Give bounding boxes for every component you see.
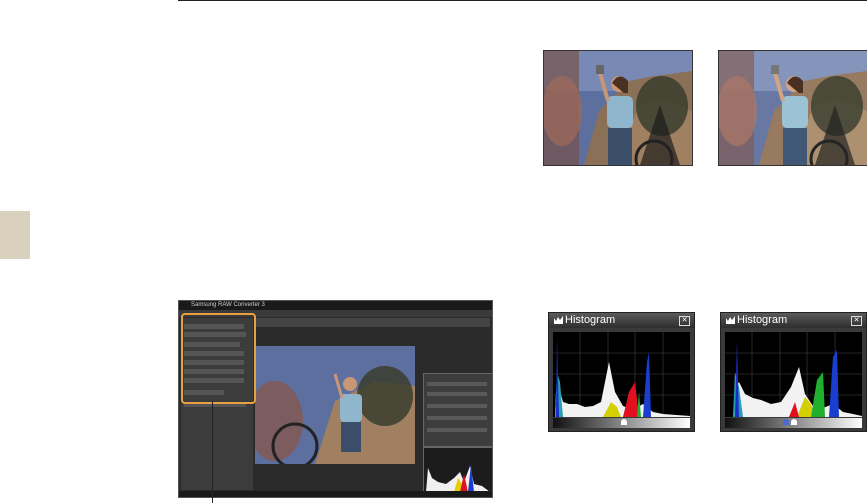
histogram-marker — [783, 419, 789, 425]
app-image-canvas — [255, 346, 415, 464]
highlight-box — [181, 313, 256, 404]
app-tone-panel — [423, 373, 492, 447]
histogram-after-window: Histogram ✕ — [720, 312, 867, 432]
histogram-after-header: Histogram ✕ — [721, 313, 866, 328]
histogram-icon — [554, 316, 563, 324]
histogram-marker — [791, 419, 797, 425]
close-icon[interactable]: ✕ — [679, 316, 690, 326]
histogram-before-header: Histogram ✕ — [549, 313, 694, 328]
photo-after — [718, 50, 867, 166]
close-icon[interactable]: ✕ — [851, 316, 862, 326]
histogram-marker — [621, 419, 627, 425]
app-toolbar — [255, 318, 490, 327]
histogram-before-window: Histogram ✕ — [548, 312, 695, 432]
histogram-before-scale — [553, 418, 690, 428]
app-title: Samsung RAW Converter 3 — [191, 302, 265, 308]
app-histogram-panel — [423, 447, 492, 493]
histogram-icon — [726, 316, 735, 324]
app-status-bar — [179, 491, 492, 497]
histogram-after-scale — [725, 418, 862, 428]
histogram-after-title: Histogram — [737, 314, 788, 326]
histogram-before-plot — [553, 332, 690, 417]
histogram-after-plot — [725, 332, 862, 417]
callout-line — [212, 401, 213, 503]
photo-before — [543, 50, 693, 166]
app-title-bar: Samsung RAW Converter 3 — [179, 301, 492, 310]
chapter-tab — [0, 211, 30, 259]
top-rule — [178, 0, 867, 1]
histogram-before-title: Histogram — [565, 314, 616, 326]
